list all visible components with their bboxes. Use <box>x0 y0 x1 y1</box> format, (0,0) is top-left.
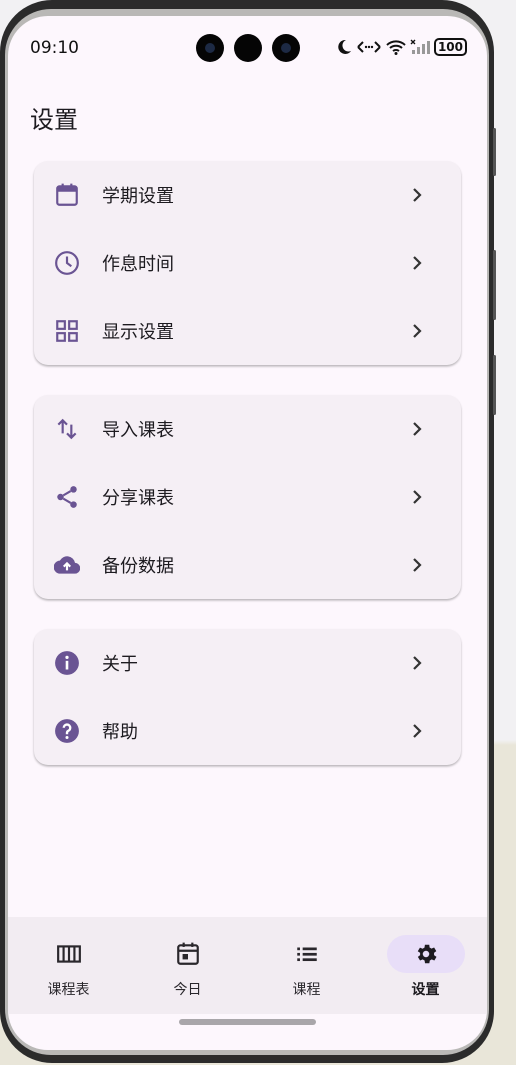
calendar-icon <box>56 183 78 206</box>
timetable-icon <box>57 945 81 963</box>
chevron-right-icon <box>413 256 422 270</box>
cloud-upload-icon <box>54 556 80 574</box>
chevron-right-icon <box>413 724 422 738</box>
nav-label: 课程表 <box>47 982 90 998</box>
battery-indicator: 100 <box>433 38 467 56</box>
settings-item-about[interactable]: 关于 <box>34 629 461 697</box>
camera-icon <box>234 34 262 62</box>
share-icon <box>57 486 77 508</box>
nav-item-courses[interactable]: 课程 <box>247 917 366 1014</box>
home-indicator[interactable] <box>179 1019 316 1025</box>
power-button <box>493 355 496 415</box>
moon-icon <box>338 39 351 54</box>
nav-item-settings[interactable]: 设置 <box>366 917 485 1014</box>
gear-icon <box>417 944 437 964</box>
data-transfer-icon <box>357 41 381 53</box>
settings-item-label: 分享课表 <box>102 488 174 509</box>
status-bar: 09:10 100 <box>8 16 487 76</box>
settings-group-data: 导入课表 分享课表 备份数据 <box>34 395 461 599</box>
settings-item-display[interactable]: 显示设置 <box>34 297 461 365</box>
chevron-right-icon <box>413 422 422 436</box>
wifi-icon <box>386 40 406 55</box>
settings-item-label: 帮助 <box>102 722 138 743</box>
settings-item-label: 关于 <box>102 654 138 675</box>
nav-label: 课程 <box>292 982 321 998</box>
page-title: 设置 <box>30 106 78 134</box>
volume-down-button <box>493 250 496 320</box>
help-icon <box>55 719 79 743</box>
chevron-right-icon <box>413 324 422 338</box>
info-icon <box>55 651 79 675</box>
clock-icon <box>55 251 79 275</box>
settings-item-label: 学期设置 <box>102 186 174 207</box>
settings-item-share[interactable]: 分享课表 <box>34 463 461 531</box>
system-icons: 100 <box>336 38 467 56</box>
volume-up-button <box>493 128 496 176</box>
bottom-navigation: 课程表 今日 课程 设置 <box>8 917 487 1014</box>
settings-item-help[interactable]: 帮助 <box>34 697 461 765</box>
chevron-right-icon <box>413 188 422 202</box>
camera-icon <box>272 34 300 62</box>
settings-item-backup[interactable]: 备份数据 <box>34 531 461 599</box>
import-arrows-icon <box>57 418 77 440</box>
chevron-right-icon <box>413 656 422 670</box>
settings-group-general: 学期设置 作息时间 显示设置 <box>34 161 461 365</box>
chevron-right-icon <box>413 558 422 572</box>
today-calendar-icon <box>177 942 199 965</box>
settings-group-info: 关于 帮助 <box>34 629 461 765</box>
chevron-right-icon <box>413 490 422 504</box>
settings-item-schedule-time[interactable]: 作息时间 <box>34 229 461 297</box>
nav-label: 设置 <box>411 982 440 998</box>
settings-item-label: 作息时间 <box>102 254 174 275</box>
signal-icon <box>410 39 430 54</box>
settings-item-import[interactable]: 导入课表 <box>34 395 461 463</box>
settings-item-label: 显示设置 <box>102 322 174 343</box>
grid-icon <box>56 320 78 342</box>
nav-item-timetable[interactable]: 课程表 <box>9 917 128 1014</box>
camera-icon <box>196 34 224 62</box>
settings-item-label: 导入课表 <box>102 420 174 441</box>
nav-label: 今日 <box>173 982 202 998</box>
settings-item-semester[interactable]: 学期设置 <box>34 161 461 229</box>
list-icon <box>297 947 317 962</box>
nav-item-today[interactable]: 今日 <box>128 917 247 1014</box>
app-screen: 09:10 100 设置 学期设置 作息时间 显示设置 导入课表 分享课表 备份… <box>8 16 487 1050</box>
status-time: 09:10 <box>30 38 79 58</box>
settings-item-label: 备份数据 <box>102 556 174 577</box>
